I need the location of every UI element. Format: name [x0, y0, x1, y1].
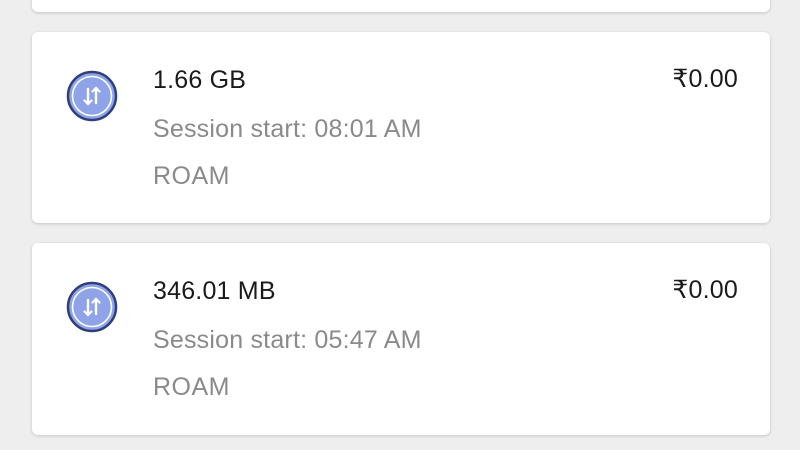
data-transfer-icon [66, 70, 118, 122]
session-card[interactable]: 346.01 MB Session start: 05:47 AM ROAM ₹… [32, 243, 770, 435]
session-card-previous[interactable] [32, 0, 770, 12]
session-type: ROAM [153, 162, 230, 190]
session-start-time: Session start: 05:47 AM [153, 326, 422, 354]
session-start-time: Session start: 08:01 AM [153, 115, 422, 143]
data-used: 346.01 MB [153, 277, 276, 305]
data-transfer-icon [66, 281, 118, 333]
usage-history-screen: 1.66 GB Session start: 08:01 AM ROAM ₹0.… [0, 0, 800, 450]
session-type: ROAM [153, 373, 230, 401]
session-cost: ₹0.00 [672, 276, 738, 304]
session-card[interactable]: 1.66 GB Session start: 08:01 AM ROAM ₹0.… [32, 32, 770, 223]
session-cost: ₹0.00 [672, 65, 738, 93]
data-used: 1.66 GB [153, 66, 247, 94]
